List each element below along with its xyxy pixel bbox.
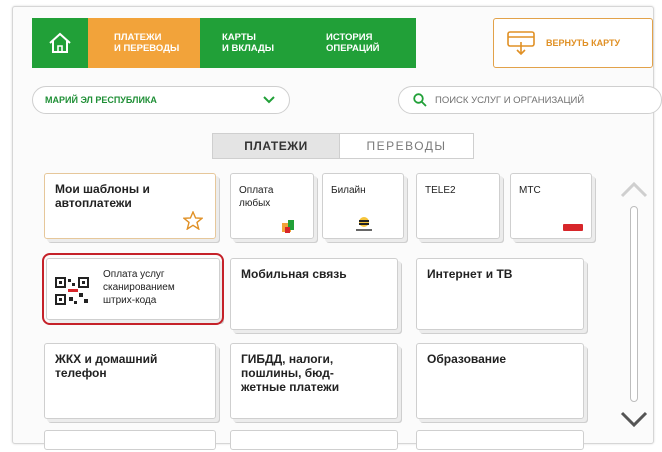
nav-tab-payments[interactable]: ПЛАТЕЖИ И ПЕРЕВОДЫ [88, 18, 200, 68]
region-select[interactable]: МАРИЙ ЭЛ РЕСПУБЛИКА [32, 86, 290, 114]
tile-label-line: жетные платежи [241, 380, 340, 394]
tile-gibdd-taxes[interactable]: ГИБДД, налоги, пошлины, бюд- жетные плат… [230, 343, 398, 419]
tab-label: ПЕРЕВОДЫ [366, 139, 447, 153]
nav-tab-label: КАРТЫ [222, 32, 256, 43]
payments-transfers-toggle: ПЛАТЕЖИ ПЕРЕВОДЫ [212, 133, 474, 159]
tile-label-line: Мои шаблоны и [55, 182, 150, 196]
tile-label-line: Оплата [239, 185, 274, 196]
tile-label: ГИБДД, налоги, пошлины, бюд- жетные плат… [241, 352, 339, 394]
nav-tab-label: ПЛАТЕЖИ [114, 32, 162, 43]
tile-education[interactable]: Образование [416, 343, 584, 419]
tile-beeline[interactable]: Билайн [322, 173, 404, 239]
tile-label: Мои шаблоны и автоплатежи [55, 182, 150, 210]
home-button[interactable] [32, 18, 88, 68]
selection-highlight [42, 253, 224, 325]
tile-label: Интернет и ТВ [427, 267, 513, 281]
tab-payments[interactable]: ПЛАТЕЖИ [212, 133, 340, 159]
tile-tele2[interactable]: TELE2 [416, 173, 500, 239]
home-icon [49, 32, 71, 53]
tile-mts[interactable]: МТС [510, 173, 592, 239]
tile-label: Образование [427, 352, 507, 366]
beeline-logo-icon [356, 217, 372, 231]
tile-label: TELE2 [425, 185, 456, 196]
search-placeholder: ПОИСК УСЛУГ И ОРГАНИЗАЦИЙ [435, 94, 585, 106]
tile-partial[interactable] [44, 430, 216, 450]
tile-label-line: ЖКХ и домашний [55, 352, 158, 366]
card-return-icon [507, 31, 535, 56]
nav-tab-cards[interactable]: КАРТЫ И ВКЛАДЫ [200, 18, 312, 68]
tile-mobile[interactable]: Мобильная связь [230, 258, 398, 330]
scrollbar[interactable] [630, 206, 638, 402]
tile-label: Оплата любых [239, 184, 273, 210]
payment-goods-icon [282, 220, 294, 233]
star-icon [183, 211, 203, 230]
return-card-label: ВЕРНУТЬ КАРТУ [546, 38, 621, 48]
top-nav: ПЛАТЕЖИ И ПЕРЕВОДЫ КАРТЫ И ВКЛАДЫ ИСТОРИЯ О… [32, 18, 416, 68]
search-field[interactable]: ПОИСК УСЛУГ И ОРГАНИЗАЦИЙ [398, 86, 662, 114]
tile-label-line: пошлины, бюд- [241, 366, 334, 380]
tile-any-payment[interactable]: Оплата любых [230, 173, 314, 239]
tile-label: Билайн [331, 185, 366, 196]
tile-label: МТС [519, 185, 541, 196]
tile-label: Мобильная связь [241, 267, 347, 281]
tile-templates[interactable]: Мои шаблоны и автоплатежи [44, 173, 216, 239]
nav-tab-label: И ПЕРЕВОДЫ [114, 43, 180, 54]
search-icon [413, 93, 427, 107]
tile-partial[interactable] [230, 430, 398, 450]
tile-internet-tv[interactable]: Интернет и ТВ [416, 258, 584, 330]
tile-utilities[interactable]: ЖКХ и домашний телефон [44, 343, 216, 419]
tile-label-line: ГИБДД, налоги, [241, 352, 334, 366]
return-card-button[interactable]: ВЕРНУТЬ КАРТУ [493, 18, 653, 68]
tile-label: ЖКХ и домашний телефон [55, 352, 157, 380]
mts-logo-icon [563, 224, 583, 231]
nav-tab-label: И ВКЛАДЫ [222, 43, 275, 54]
region-value: МАРИЙ ЭЛ РЕСПУБЛИКА [45, 95, 157, 105]
chevron-down-icon [263, 96, 275, 104]
nav-tab-history[interactable]: ИСТОРИЯ ОПЕРАЦИЙ [312, 18, 416, 68]
tile-label-line: автоплатежи [55, 196, 132, 210]
tile-label-line: телефон [55, 366, 107, 380]
nav-tab-label: ОПЕРАЦИЙ [326, 43, 380, 54]
tile-partial[interactable] [416, 430, 584, 450]
tab-label: ПЛАТЕЖИ [244, 139, 308, 153]
chevron-up-icon[interactable] [620, 180, 648, 198]
tile-label-line: любых [239, 198, 271, 209]
tab-transfers[interactable]: ПЕРЕВОДЫ [340, 133, 474, 159]
chevron-down-icon[interactable] [620, 410, 648, 428]
nav-tab-label: ИСТОРИЯ [326, 32, 373, 43]
